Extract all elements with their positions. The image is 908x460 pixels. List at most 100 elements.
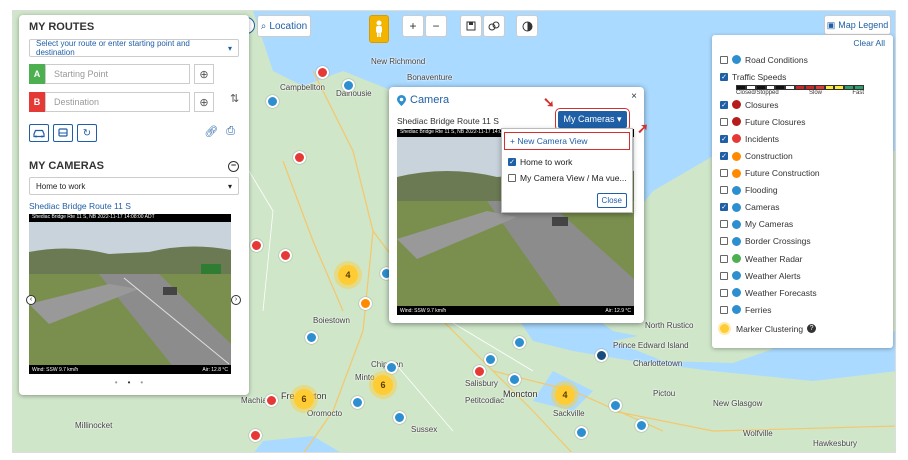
legend-row[interactable]: Weather Radar <box>720 250 885 267</box>
marker-cluster[interactable]: 4 <box>338 265 358 285</box>
end-waypoint: B Destination ⊕ <box>29 92 239 112</box>
next-camera-icon[interactable]: › <box>231 295 241 305</box>
my-camera-marker[interactable] <box>595 349 608 362</box>
contrast-icon[interactable] <box>516 15 538 37</box>
legend-row[interactable]: ✓ Cameras <box>720 199 885 216</box>
carousel-dots[interactable]: ••• <box>29 378 239 387</box>
print-icon[interactable]: ⎙ <box>226 125 235 138</box>
marker-cluster[interactable]: 6 <box>373 375 393 395</box>
checkbox[interactable] <box>720 288 728 297</box>
legend-row[interactable]: ✓ Traffic Speeds <box>720 68 885 85</box>
legend-row[interactable]: Weather Alerts <box>720 267 885 284</box>
new-camera-view-item[interactable]: + New Camera View <box>504 132 630 150</box>
start-badge: A <box>29 64 45 84</box>
camera-marker[interactable] <box>266 95 279 108</box>
layer-icon <box>732 134 741 144</box>
place-label: Campbellton <box>280 83 325 92</box>
clear-all-link[interactable]: Clear All <box>720 38 885 48</box>
street-view-pegman-icon[interactable] <box>369 15 389 43</box>
legend-row[interactable]: My Cameras <box>720 216 885 233</box>
legend-label: Border Crossings <box>745 236 811 247</box>
checkbox[interactable] <box>508 174 516 182</box>
incident-marker[interactable] <box>316 66 329 79</box>
checkbox[interactable]: ✓ <box>720 72 728 81</box>
camera-marker[interactable] <box>508 373 521 386</box>
camera-view-select[interactable]: Home to work ▾ <box>29 177 239 195</box>
locate-start-icon[interactable]: ⊕ <box>194 64 214 84</box>
checkbox[interactable] <box>720 305 728 314</box>
prev-camera-icon[interactable]: ‹ <box>26 295 36 305</box>
incident-marker[interactable] <box>279 249 292 262</box>
refresh-icon[interactable]: ↻ <box>77 124 97 142</box>
checkbox[interactable] <box>720 220 728 229</box>
incident-marker[interactable] <box>249 429 262 442</box>
my-cameras-button[interactable]: My Cameras ▾ <box>555 108 630 131</box>
layers-icon[interactable] <box>483 15 505 37</box>
closure-marker[interactable] <box>265 394 278 407</box>
checkbox[interactable] <box>720 186 728 195</box>
checkbox[interactable]: ✓ <box>720 100 728 109</box>
legend-row[interactable]: ✓ Incidents <box>720 130 885 147</box>
checkbox[interactable]: ✓ <box>720 134 728 143</box>
dropdown-close-button[interactable]: Close <box>596 193 627 208</box>
checkbox[interactable] <box>720 271 728 280</box>
checkbox[interactable]: ✓ <box>720 203 728 212</box>
zoom-in-button[interactable]: + <box>402 15 424 37</box>
routes-panel: MY ROUTES Select your route or enter sta… <box>19 15 249 395</box>
close-icon[interactable]: × <box>631 91 637 102</box>
destination-input[interactable]: Destination <box>45 92 190 112</box>
location-button[interactable]: ⌕ Location <box>257 15 311 37</box>
legend-row[interactable]: Border Crossings <box>720 233 885 250</box>
marker-cluster[interactable]: 4 <box>555 385 575 405</box>
camera-marker[interactable] <box>513 336 526 349</box>
legend-row[interactable]: Road Conditions <box>720 51 885 68</box>
legend-row[interactable]: Future Construction <box>720 165 885 182</box>
truck-icon[interactable] <box>53 124 73 142</box>
checkbox[interactable] <box>720 169 728 178</box>
camera-marker[interactable] <box>385 361 398 374</box>
closure-marker[interactable] <box>293 151 306 164</box>
legend-row[interactable]: Ferries <box>720 301 885 318</box>
legend-row[interactable]: ✓ Construction <box>720 147 885 164</box>
layer-icon <box>732 151 741 161</box>
zoom-out-button[interactable]: − <box>425 15 447 37</box>
checkbox[interactable] <box>720 254 728 263</box>
camera-view-item[interactable]: My Camera View / Ma vue... <box>502 170 632 186</box>
checkbox[interactable] <box>720 237 728 246</box>
legend-row[interactable]: Future Closures <box>720 113 885 130</box>
marker-cluster[interactable]: 6 <box>294 389 314 409</box>
route-select[interactable]: Select your route or enter starting poin… <box>29 39 239 57</box>
camera-marker[interactable] <box>575 426 588 439</box>
camera-marker[interactable] <box>484 353 497 366</box>
camera-marker[interactable] <box>393 411 406 424</box>
collapse-icon[interactable]: − <box>228 160 239 172</box>
camera-marker[interactable] <box>351 396 364 409</box>
legend-row[interactable]: Flooding <box>720 182 885 199</box>
camera-marker[interactable] <box>635 419 648 432</box>
checkbox[interactable] <box>720 55 728 64</box>
construction-marker[interactable] <box>359 297 372 310</box>
help-icon[interactable]: ? <box>807 324 817 334</box>
camera-marker[interactable] <box>305 331 318 344</box>
search-icon: ⌕ <box>260 20 267 32</box>
start-input[interactable]: Starting Point <box>45 64 190 84</box>
car-icon[interactable] <box>29 124 49 142</box>
checkbox[interactable]: ✓ <box>720 152 728 161</box>
camera-view-item[interactable]: ✓ Home to work <box>502 154 632 170</box>
camera-marker[interactable] <box>609 399 622 412</box>
link-icon[interactable]: 🔗︎ <box>204 125 218 138</box>
camera-marker[interactable] <box>342 79 355 92</box>
camera-image[interactable]: Shediac Bridge Rte 11 S, NB 2022-11-17 1… <box>29 214 231 374</box>
legend-row[interactable]: Weather Forecasts <box>720 284 885 301</box>
save-icon[interactable] <box>460 15 482 37</box>
locate-end-icon[interactable]: ⊕ <box>194 92 214 112</box>
caret-down-icon: ▾ <box>227 43 232 53</box>
swap-icon[interactable]: ⇅ <box>230 92 239 105</box>
map-legend-button[interactable]: ▣ Map Legend <box>824 15 891 35</box>
closure-marker[interactable] <box>473 365 486 378</box>
checkbox[interactable]: ✓ <box>508 158 516 166</box>
legend-row[interactable]: ✓ Closures <box>720 96 885 113</box>
camera-link[interactable]: Shediac Bridge Route 11 S <box>29 201 239 211</box>
incident-marker[interactable] <box>250 239 263 252</box>
checkbox[interactable] <box>720 117 728 126</box>
